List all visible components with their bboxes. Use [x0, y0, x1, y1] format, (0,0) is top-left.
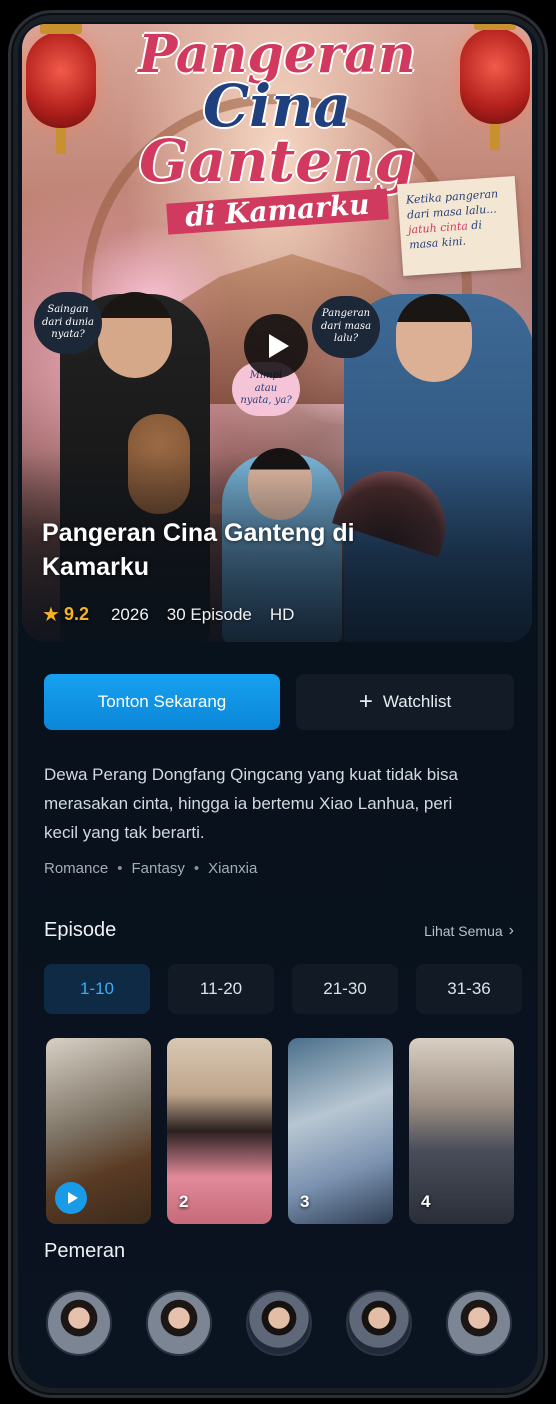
episode-thumbnail[interactable]: 2: [167, 1038, 272, 1224]
lantern-right: [460, 24, 530, 150]
cast-avatar[interactable]: [346, 1290, 412, 1356]
note-text: Ketika pangeran dari masa lalu...: [405, 187, 499, 222]
tab-episodes-31-36[interactable]: 31-36: [416, 964, 522, 1014]
cast-list: [46, 1290, 538, 1356]
plus-icon: +: [358, 688, 373, 715]
watchlist-button[interactable]: + Watchlist: [296, 674, 514, 730]
lantern-left: [26, 24, 96, 154]
synopsis: Dewa Perang Dongfang Qingcang yang kuat …: [44, 765, 458, 843]
see-all-label: Lihat Semua: [424, 922, 503, 939]
episode-header: Episode Lihat Semua ›: [44, 919, 514, 942]
speech-bubble: Pangeran dari masa lalu?: [312, 296, 380, 358]
year: 2026: [110, 604, 149, 624]
show-meta: ★ 9.2 2026 30 Episode HD: [42, 602, 312, 627]
quality-badge: HD: [269, 604, 295, 624]
episode-number: 4: [421, 1192, 431, 1211]
cast-avatar[interactable]: [446, 1290, 512, 1356]
episode-section-title: Episode: [44, 919, 117, 941]
episode-number: 3: [300, 1192, 310, 1211]
play-icon: [55, 1182, 87, 1214]
episode-thumbnails: 2 3 4: [46, 1038, 530, 1224]
episode-thumbnail[interactable]: 3: [288, 1038, 393, 1224]
tab-episodes-11-20[interactable]: 11-20: [168, 964, 274, 1014]
play-icon: [269, 334, 289, 358]
genre-tag[interactable]: Fantasy: [131, 860, 184, 877]
episode-thumbnail[interactable]: [46, 1038, 151, 1224]
genre-tag[interactable]: Xianxia: [208, 860, 257, 877]
separator-dot: •: [117, 860, 123, 877]
episode-range-tabs: 1-10 11-20 21-30 31-36: [44, 964, 538, 1014]
episode-number: 2: [179, 1192, 189, 1211]
poster-title-line: Ganteng: [139, 127, 415, 196]
cast-section-title: Pemeran: [44, 1240, 126, 1262]
tab-episodes-21-30[interactable]: 21-30: [292, 964, 398, 1014]
speech-bubble: Saingan dari dunia nyata?: [34, 292, 102, 354]
cast-avatar[interactable]: [146, 1290, 212, 1356]
cast-avatar[interactable]: [246, 1290, 312, 1356]
star-icon: ★: [42, 604, 60, 626]
rating-value: 9.2: [63, 604, 89, 624]
genre-tag[interactable]: Romance: [44, 860, 108, 877]
episode-count: 30 Episode: [166, 604, 252, 624]
poster-title-line: Cina: [203, 72, 351, 141]
genre-list: Romance • Fantasy • Xianxia: [44, 860, 257, 877]
cast-avatar[interactable]: [46, 1290, 112, 1356]
separator-dot: •: [193, 860, 200, 877]
play-button[interactable]: [244, 314, 308, 378]
watch-now-button[interactable]: Tonton Sekarang: [44, 674, 280, 730]
show-title: Pangeran Cina Ganteng di Kamarku: [42, 519, 355, 581]
watchlist-label: Watchlist: [382, 692, 452, 711]
tab-episodes-1-10[interactable]: 1-10: [44, 964, 150, 1014]
poster-note: Ketika pangeran dari masa lalu... jatuh …: [396, 175, 522, 277]
episode-thumbnail[interactable]: 4: [409, 1038, 514, 1224]
see-all-link[interactable]: Lihat Semua ›: [424, 922, 514, 940]
app-screen: Pangeran Cina Ganteng di Kamarku Ketika …: [18, 22, 538, 1388]
hero-poster[interactable]: Pangeran Cina Ganteng di Kamarku Ketika …: [22, 24, 532, 642]
chevron-right-icon: ›: [508, 921, 514, 939]
